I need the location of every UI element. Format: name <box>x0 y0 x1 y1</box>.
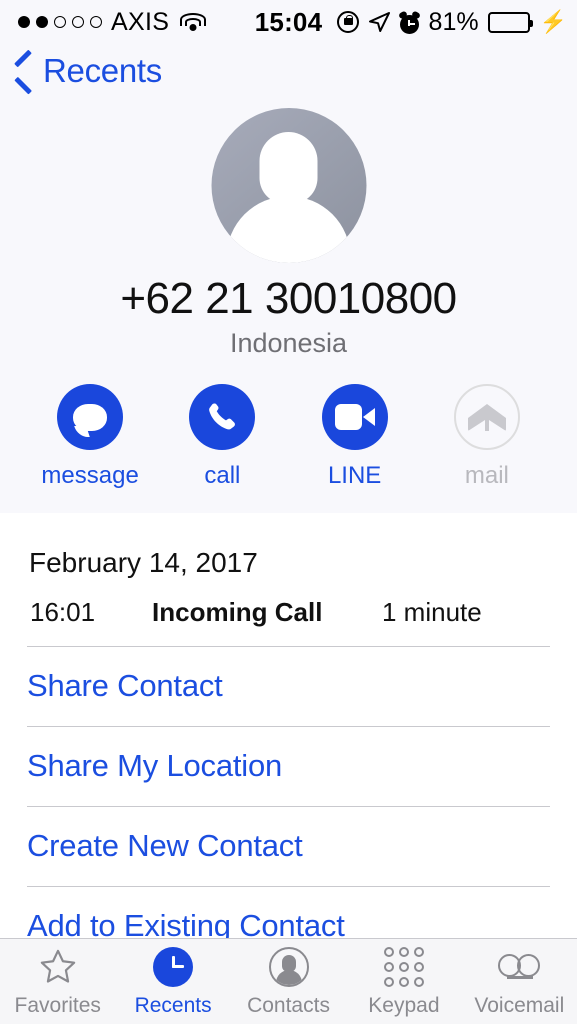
phone-contact-detail-screen: AXIS 15:04 81% ⚡ Recents +62 21 30010800… <box>0 0 577 1024</box>
tab-keypad[interactable]: Keypad <box>346 939 461 1024</box>
envelope-icon <box>453 384 520 450</box>
share-my-location-item[interactable]: Share My Location <box>0 726 577 806</box>
navigation-bar: Recents <box>0 44 577 106</box>
mail-action-button: mail <box>437 384 537 490</box>
tab-keypad-label: Keypad <box>368 993 440 1017</box>
tab-voicemail[interactable]: Voicemail <box>462 939 577 1024</box>
tab-contacts-label: Contacts <box>247 993 330 1017</box>
message-action-button[interactable]: message <box>40 384 140 490</box>
video-camera-icon <box>321 384 388 450</box>
share-contact-label: Share Contact <box>27 668 223 703</box>
quick-actions: message call LINE mail <box>0 384 577 490</box>
tab-favorites-label: Favorites <box>14 993 101 1017</box>
call-action-label: call <box>204 462 241 489</box>
chevron-left-icon <box>12 54 34 88</box>
call-duration: 1 minute <box>382 597 482 627</box>
voicemail-icon <box>498 946 541 988</box>
message-action-label: message <box>41 462 139 489</box>
call-history-row: 16:01 Incoming Call 1 minute <box>0 597 577 643</box>
call-action-button[interactable]: call <box>172 384 272 490</box>
tab-bar: Favorites Recents Contacts Keypad Voicem… <box>0 938 577 1024</box>
back-button[interactable]: Recents <box>12 52 162 90</box>
phone-handset-icon <box>189 384 256 450</box>
alarm-clock-icon <box>397 9 421 34</box>
location-arrow-icon <box>368 11 390 33</box>
status-bar: AXIS 15:04 81% ⚡ <box>0 0 577 44</box>
clock-icon <box>152 946 194 988</box>
tab-contacts[interactable]: Contacts <box>231 939 346 1024</box>
share-contact-item[interactable]: Share Contact <box>0 646 577 726</box>
tab-recents[interactable]: Recents <box>115 939 230 1024</box>
share-my-location-label: Share My Location <box>27 748 283 783</box>
country-label: Indonesia <box>229 328 348 358</box>
keypad-dots-icon <box>383 946 425 988</box>
person-circle-icon <box>268 946 310 988</box>
battery-icon <box>487 11 533 33</box>
tab-voicemail-label: Voicemail <box>474 993 565 1017</box>
avatar <box>211 108 366 263</box>
message-bubble-icon <box>57 384 124 450</box>
line-video-action-button[interactable]: LINE <box>305 384 405 490</box>
tab-favorites[interactable]: Favorites <box>0 939 115 1024</box>
rotation-lock-icon <box>336 11 359 33</box>
tab-recents-label: Recents <box>134 993 212 1017</box>
back-button-label: Recents <box>43 52 162 89</box>
call-time: 16:01 <box>30 597 96 627</box>
contact-detail-list: February 14, 2017 16:01 Incoming Call 1 … <box>0 513 577 943</box>
create-new-contact-item[interactable]: Create New Contact <box>0 806 577 886</box>
phone-number: +62 21 30010800 <box>120 274 457 323</box>
call-type: Incoming Call <box>152 597 323 627</box>
status-bar-right: 81% ⚡ <box>336 0 567 44</box>
line-action-label: LINE <box>327 462 382 489</box>
contact-header: +62 21 30010800 Indonesia message call L… <box>0 106 577 513</box>
lightning-bolt-icon: ⚡ <box>539 9 567 34</box>
mail-action-label: mail <box>464 462 509 489</box>
create-new-contact-label: Create New Contact <box>27 828 303 863</box>
call-history-date: February 14, 2017 <box>29 547 258 578</box>
star-icon <box>37 946 79 988</box>
battery-percent-label: 81% <box>428 7 479 36</box>
